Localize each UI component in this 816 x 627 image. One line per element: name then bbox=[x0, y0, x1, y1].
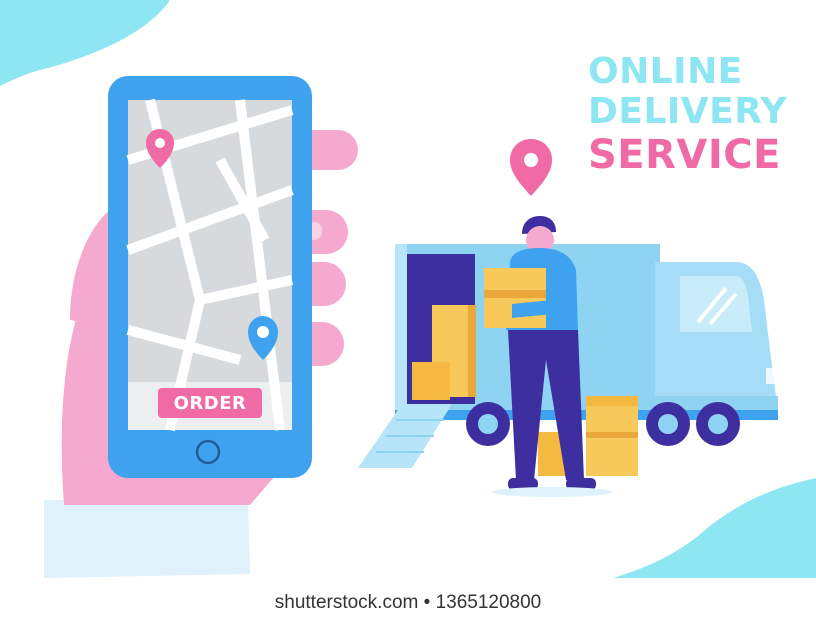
map-pin-icon bbox=[510, 139, 552, 196]
bottom-right-blob bbox=[600, 478, 816, 582]
wheel-icon bbox=[466, 402, 510, 446]
cargo-door bbox=[395, 244, 407, 412]
headline: ONLINE DELIVERY SERVICE bbox=[588, 51, 788, 178]
box-icon bbox=[586, 396, 638, 476]
cab-window bbox=[680, 276, 752, 332]
held-box-tape bbox=[484, 290, 546, 298]
headlight bbox=[766, 368, 778, 384]
watermark-text: shutterstock.com • 1365120800 bbox=[274, 592, 542, 613]
illustration-canvas: ONLINE DELIVERY SERVICE ORDER shuttersto… bbox=[0, 0, 816, 627]
box-icon bbox=[412, 362, 450, 400]
wheel-icon bbox=[696, 402, 740, 446]
headline-line-delivery: DELIVERY bbox=[588, 91, 788, 133]
headline-line-online: ONLINE bbox=[588, 51, 743, 92]
sleeve bbox=[44, 500, 250, 578]
headline-line-service: SERVICE bbox=[588, 131, 781, 178]
top-left-blob bbox=[0, 0, 170, 86]
order-button[interactable]: ORDER bbox=[158, 388, 262, 418]
wheel-icon bbox=[646, 402, 690, 446]
box-side bbox=[468, 305, 476, 397]
ground-shadow bbox=[492, 487, 612, 497]
